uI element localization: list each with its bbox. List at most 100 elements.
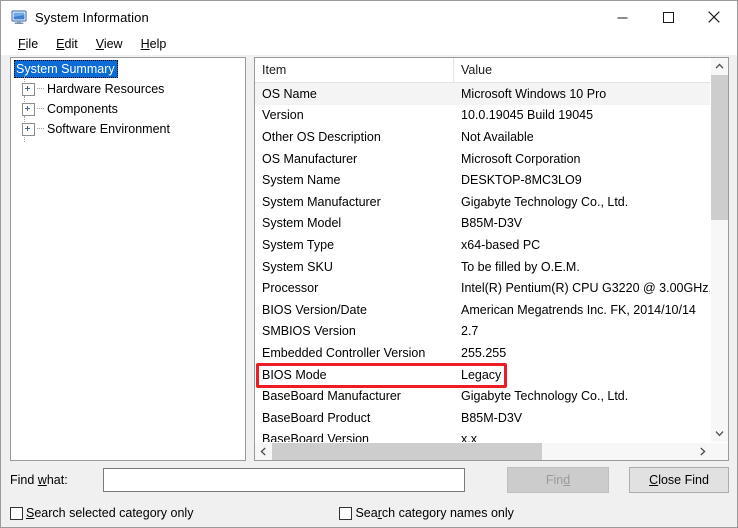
cell-value: x.x: [454, 432, 710, 442]
tree-item-label: Software Environment: [45, 120, 173, 138]
cell-value: American Megatrends Inc. FK, 2014/10/14: [454, 303, 710, 317]
cell-item: Version: [255, 108, 454, 122]
cell-item: OS Manufacturer: [255, 152, 454, 166]
cell-value: 10.0.19045 Build 19045: [454, 108, 710, 122]
horizontal-scroll-thumb[interactable]: [272, 443, 542, 460]
table-row[interactable]: System ModelB85M-D3V: [255, 213, 710, 235]
checkbox-box-icon[interactable]: [339, 507, 352, 520]
cell-value: DESKTOP-8MC3LO9: [454, 173, 710, 187]
menu-file[interactable]: FFileile: [9, 34, 47, 54]
cell-item: System Type: [255, 238, 454, 252]
table-row[interactable]: System SKUTo be filled by O.E.M.: [255, 256, 710, 278]
vertical-scroll-track[interactable]: [711, 75, 728, 425]
find-input[interactable]: [103, 468, 465, 492]
column-header-item[interactable]: Item: [255, 58, 454, 82]
tree-dash-connector: [37, 88, 44, 90]
cell-item: OS Name: [255, 87, 454, 101]
table-row[interactable]: System NameDESKTOP-8MC3LO9: [255, 169, 710, 191]
title-bar: System Information: [1, 1, 737, 33]
tree-item-software-environment[interactable]: Software Environment: [11, 119, 245, 139]
cell-value: Intel(R) Pentium(R) CPU G3220 @ 3.00GHz,…: [454, 281, 710, 295]
scroll-down-arrow-icon[interactable]: [711, 425, 728, 442]
table-row[interactable]: System Typex64-based PC: [255, 234, 710, 256]
minimize-button[interactable]: [599, 1, 645, 33]
close-find-button[interactable]: Close Find: [629, 467, 729, 493]
table-row[interactable]: BIOS Version/DateAmerican Megatrends Inc…: [255, 299, 710, 321]
menu-edit[interactable]: Edit: [47, 34, 87, 54]
cell-item: BaseBoard Manufacturer: [255, 389, 454, 403]
horizontal-scroll-track[interactable]: [272, 443, 694, 460]
scrollbar-corner: [711, 443, 728, 460]
table-row[interactable]: BIOS ModeLegacy: [255, 364, 710, 386]
cell-value: B85M-D3V: [454, 411, 710, 425]
close-button[interactable]: [691, 1, 737, 33]
find-what-label: Find what:: [10, 473, 103, 487]
details-list-panel: Item Value OS NameMicrosoft Windows 10 P…: [254, 57, 729, 461]
scroll-right-arrow-icon[interactable]: [694, 443, 711, 460]
maximize-button[interactable]: [645, 1, 691, 33]
table-row[interactable]: BaseBoard ManufacturerGigabyte Technolog…: [255, 385, 710, 407]
cell-value: Not Available: [454, 130, 710, 144]
details-list-rows[interactable]: OS NameMicrosoft Windows 10 ProVersion10…: [255, 83, 710, 442]
checkbox-box-icon[interactable]: [10, 507, 23, 520]
vertical-scroll-thumb[interactable]: [711, 75, 728, 220]
cell-item: System Model: [255, 216, 454, 230]
details-list-main: Item Value OS NameMicrosoft Windows 10 P…: [255, 58, 710, 442]
category-tree[interactable]: System Summary Hardware Resources Compon…: [10, 57, 246, 461]
search-selected-category-checkbox[interactable]: Search selected category only: [10, 506, 193, 520]
find-button[interactable]: Find: [507, 467, 609, 493]
cell-value: Microsoft Windows 10 Pro: [454, 87, 710, 101]
tree-item-label: Components: [45, 100, 121, 118]
cell-value: To be filled by O.E.M.: [454, 260, 710, 274]
caption-buttons: [599, 1, 737, 33]
window-title: System Information: [35, 10, 149, 25]
checkbox-label: Search selected category only: [26, 506, 193, 520]
search-category-names-checkbox[interactable]: Search category names only: [339, 506, 513, 520]
table-row[interactable]: SMBIOS Version2.7: [255, 321, 710, 343]
column-header-value[interactable]: Value: [454, 58, 710, 82]
find-options-row: Search selected category only Search cat…: [10, 499, 729, 526]
table-row[interactable]: BaseBoard ProductB85M-D3V: [255, 407, 710, 429]
scroll-up-arrow-icon[interactable]: [711, 58, 728, 75]
cell-item: BIOS Version/Date: [255, 303, 454, 317]
table-row[interactable]: Embedded Controller Version255.255: [255, 342, 710, 364]
table-row[interactable]: ProcessorIntel(R) Pentium(R) CPU G3220 @…: [255, 277, 710, 299]
cell-item: System SKU: [255, 260, 454, 274]
cell-item: BaseBoard Version: [255, 432, 454, 442]
list-column-headers: Item Value: [255, 58, 710, 83]
scroll-left-arrow-icon[interactable]: [255, 443, 272, 460]
cell-value: B85M-D3V: [454, 216, 710, 230]
cell-item: System Name: [255, 173, 454, 187]
tree-item-hardware-resources[interactable]: Hardware Resources: [11, 79, 245, 99]
cell-value: 255.255: [454, 346, 710, 360]
horizontal-scrollbar[interactable]: [255, 442, 728, 460]
computer-monitor-icon: [11, 9, 27, 25]
table-row[interactable]: Version10.0.19045 Build 19045: [255, 105, 710, 127]
table-row[interactable]: Other OS DescriptionNot Available: [255, 126, 710, 148]
cell-value: 2.7: [454, 324, 710, 338]
system-information-window: System Information FFileile Edit View He…: [0, 0, 738, 528]
table-row[interactable]: System ManufacturerGigabyte Technology C…: [255, 191, 710, 213]
menu-view[interactable]: View: [87, 34, 132, 54]
tree-item-components[interactable]: Components: [11, 99, 245, 119]
cell-value: x64-based PC: [454, 238, 710, 252]
tree-dash-connector: [37, 128, 44, 130]
table-row[interactable]: OS NameMicrosoft Windows 10 Pro: [255, 83, 710, 105]
tree-item-system-summary[interactable]: System Summary: [11, 59, 245, 79]
cell-item: Embedded Controller Version: [255, 346, 454, 360]
cell-item: BaseBoard Product: [255, 411, 454, 425]
tree-item-label: System Summary: [14, 60, 118, 78]
expand-plus-icon[interactable]: [22, 123, 35, 136]
cell-value: Gigabyte Technology Co., Ltd.: [454, 389, 710, 403]
vertical-scrollbar[interactable]: [710, 58, 728, 442]
table-row[interactable]: OS ManufacturerMicrosoft Corporation: [255, 148, 710, 170]
cell-value: Gigabyte Technology Co., Ltd.: [454, 195, 710, 209]
checkbox-label: Search category names only: [355, 506, 513, 520]
menu-help[interactable]: Help: [132, 34, 176, 54]
expand-plus-icon[interactable]: [22, 83, 35, 96]
expand-plus-icon[interactable]: [22, 103, 35, 116]
cell-value: Legacy: [454, 368, 710, 382]
find-row: Find what: Find Close Find: [10, 461, 729, 499]
table-row[interactable]: BaseBoard Versionx.x: [255, 429, 710, 443]
cell-item: System Manufacturer: [255, 195, 454, 209]
